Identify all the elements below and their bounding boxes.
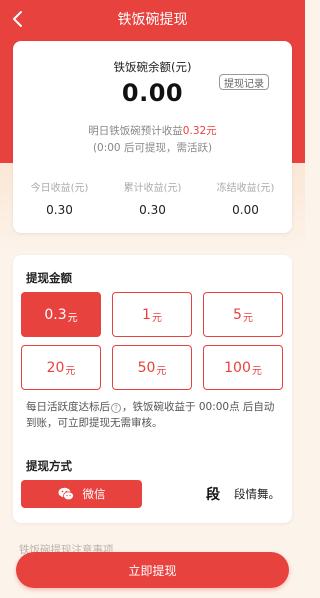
amount-option-0-3[interactable]: 0.3 元 <box>21 292 101 337</box>
amount-option-20[interactable]: 20 元 <box>21 345 101 390</box>
amount-unit: 元 <box>65 365 76 377</box>
amount-unit: 元 <box>67 312 78 324</box>
stat-value: 0.30 <box>139 203 166 217</box>
top-bar: 铁饭碗提现 <box>0 0 305 38</box>
stat-label: 今日收益(元) <box>30 183 89 194</box>
wechat-method-button[interactable]: 微信 <box>21 480 142 508</box>
amount-unit: 元 <box>251 365 262 377</box>
amount-unit: 元 <box>242 312 253 324</box>
balance-amount: 0.00 <box>121 79 184 107</box>
calligraphy-logo-icon: 段 <box>206 487 220 503</box>
amount-value: 0.3 <box>44 306 67 323</box>
method-section-title: 提现方式 <box>26 459 72 473</box>
amount-unit: 元 <box>151 312 162 324</box>
predict-note: (0:00 后可提现，需活跃) <box>92 142 213 154</box>
amount-section-title: 提现金额 <box>26 271 72 285</box>
alt-method-option[interactable]: 段 段情舞。 <box>203 483 280 505</box>
wechat-icon <box>58 487 74 501</box>
stat-today: 今日收益(元) 0.30 <box>13 179 106 217</box>
amount-value: 50 <box>137 359 156 376</box>
stat-label: 累计收益(元) <box>123 183 182 194</box>
withdraw-card: 提现金额 0.3 元 1元 5元 20 元 50 元 100 元 每日活跃度达标后? ，铁… <box>13 255 292 523</box>
amount-value: 1 <box>142 306 151 323</box>
stat-value: 0.00 <box>232 203 259 217</box>
balance-card: 铁饭碗余额(元) 提现记录 0.00 明日铁饭碗预计收益0.32元 (0:00 … <box>13 41 292 233</box>
stat-label: 冻结收益(元) <box>216 183 275 194</box>
amount-option-1[interactable]: 1元 <box>112 292 192 337</box>
amount-option-100[interactable]: 100 元 <box>203 345 283 390</box>
amount-value: 20 <box>46 359 65 376</box>
question-icon[interactable]: ? <box>111 403 121 413</box>
withdraw-tip: 每日活跃度达标后? ，铁饭碗收益于 00:00点 后自动到账，可立即提现无需审核。 <box>26 399 283 431</box>
balance-label: 铁饭碗余额(元) <box>113 60 192 74</box>
amount-unit: 元 <box>156 365 167 377</box>
amount-option-50[interactable]: 50 元 <box>112 345 192 390</box>
amount-value: 5 <box>233 306 242 323</box>
amount-option-5[interactable]: 5元 <box>203 292 283 337</box>
stat-frozen: 冻结收益(元) 0.00 <box>199 179 292 217</box>
tip-prefix: 每日活跃度达标后 <box>26 401 110 413</box>
alt-method-label: 段情舞。 <box>234 487 280 501</box>
predict-income: 明日铁饭碗预计收益0.32元 <box>13 123 292 138</box>
predict-label: 明日铁饭碗预计收益 <box>88 125 183 137</box>
predict-value: 0.32元 <box>182 125 217 137</box>
stat-value: 0.30 <box>46 203 73 217</box>
back-arrow-icon[interactable] <box>8 9 28 29</box>
stats-row: 今日收益(元) 0.30 累计收益(元) 0.30 冻结收益(元) 0.00 <box>13 179 292 217</box>
submit-withdraw-button[interactable]: 立即提现 <box>16 552 289 588</box>
stat-total: 累计收益(元) 0.30 <box>106 179 199 217</box>
page-title: 铁饭碗提现 <box>117 12 188 28</box>
amount-value: 100 <box>224 359 251 376</box>
wechat-label: 微信 <box>82 487 106 501</box>
